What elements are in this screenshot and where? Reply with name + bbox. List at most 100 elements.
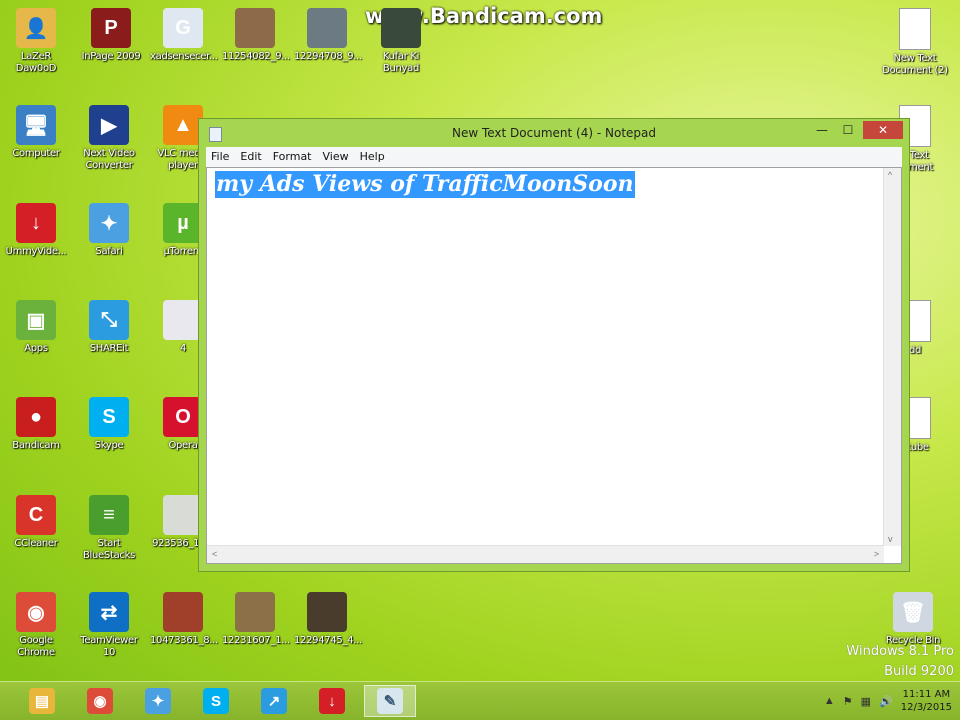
user-folder-icon: 👤 [16,8,56,48]
safari-icon: ✦ [89,203,129,243]
android-apps-icon: ▣ [16,300,56,340]
system-clock[interactable]: 11:11 AM 12/3/2015 [901,688,952,714]
desktop-icon[interactable]: 🖥 Computer [3,105,69,160]
desktop-icon-label: LaZeR Daw0oD [15,51,57,74]
desktop-icon[interactable]: 12294708_9... [294,8,362,63]
desktop-icon-label: Next Video Converter [83,148,135,171]
maximize-button[interactable]: ☐ [835,121,861,139]
ummy-video-icon: ↓ [319,688,345,714]
computer-icon: 🖥 [16,105,56,145]
taskbar: ▤ ◉ ✦ S ↗ ↓ ✎ ▲ ⚑ ▦ 🔊 11:11 AM 12/3/2015 [0,681,960,720]
desktop-icon[interactable]: New Text Document (2) [882,8,948,77]
desktop-icon-label: 11254082_9... [222,51,290,62]
desktop-icon[interactable]: ⤡ SHAREit [76,300,142,355]
safari-icon: ✦ [145,688,171,714]
horizontal-scrollbar[interactable]: < > [207,545,884,563]
desktop-icon[interactable]: ≡ Start BlueStacks [76,495,142,562]
screenshot-thumbnail-icon [163,300,203,340]
inpage-icon: P [91,8,131,48]
desktop-icon-label: 10473361_8... [150,635,218,646]
utorrent-icon: µ [163,203,203,243]
desktop-icon[interactable]: ↓ UmmyVide... [3,203,69,258]
desktop-icon[interactable]: 10473361_8... [150,592,218,647]
tray-expand-icon[interactable]: ▲ [824,695,835,707]
notepad-icon: ✎ [377,688,403,714]
desktop-icon-label: Bandicam [12,440,60,451]
taskbar-notepad-button[interactable]: ✎ [364,685,416,717]
desktop-icon[interactable]: Gxadsensecer... [150,8,218,63]
desktop-icon[interactable]: ▶ Next Video Converter [76,105,142,172]
desktop-icon-label: InPage 2009 [81,51,141,62]
shareit-icon: ⤡ [89,300,129,340]
desktop-icon[interactable]: P InPage 2009 [78,8,144,63]
bluestacks-icon: ≡ [89,495,129,535]
converter-icon: ▶ [89,105,129,145]
taskbar-shareit-button[interactable]: ↗ [248,685,300,717]
minimize-button[interactable]: — [809,121,835,139]
menu-bar: File Edit Format View Help [206,147,902,167]
desktop-icon[interactable]: 👤 LaZeR Daw0oD [3,8,69,75]
menu-format[interactable]: Format [268,147,318,163]
skype-icon: S [89,397,129,437]
scroll-down-icon[interactable]: v [888,534,893,544]
opera-icon: O [163,397,203,437]
selected-text[interactable]: my Ads Views of TrafficMoonSoon [215,171,635,198]
desktop-icon[interactable]: ● Bandicam [3,397,69,452]
teamviewer-icon: ⇄ [89,592,129,632]
menu-file[interactable]: File [206,147,235,163]
desktop-icon-label: TeamViewer 10 [80,635,138,658]
network-icon[interactable]: ▦ [861,695,871,708]
vertical-scrollbar[interactable]: ^ v [883,168,901,546]
ummy-video-icon: ↓ [16,203,56,243]
desktop-icon[interactable]: ◉ Google Chrome [3,592,69,659]
menu-help[interactable]: Help [355,147,391,163]
window-title: New Text Document (4) - Notepad [451,126,656,140]
desktop-icon[interactable]: ⇄ TeamViewer 10 [76,592,142,659]
notepad-window[interactable]: New Text Document (4) - Notepad — ☐ ✕ Fi… [198,118,910,572]
clock-time: 11:11 AM [902,689,951,700]
text-editor-area[interactable]: my Ads Views of TrafficMoonSoon ^ v < > [206,167,902,564]
taskbar-safari-button[interactable]: ✦ [132,685,184,717]
text-document-icon [899,8,931,50]
taskbar-chrome-button[interactable]: ◉ [74,685,126,717]
desktop-icon-label: xadsensecer... [150,51,218,62]
taskbar-file-explorer-button[interactable]: ▤ [16,685,68,717]
ccleaner-icon: C [16,495,56,535]
desktop-icon[interactable]: ▣ Apps [3,300,69,355]
chrome-icon: ◉ [16,592,56,632]
desktop-icon[interactable]: C CCleaner [3,495,69,550]
skype-icon: S [203,688,229,714]
desktop-icon[interactable]: 12231607_1... [222,592,290,647]
close-button[interactable]: ✕ [863,121,903,139]
desktop-icon-label: SHAREit [89,343,129,354]
desktop-icon-label: CCleaner [14,538,58,549]
chrome-icon: ◉ [87,688,113,714]
action-center-flag-icon[interactable]: ⚑ [843,695,853,708]
photo-thumbnail-icon [163,592,203,632]
taskbar-skype-button[interactable]: S [190,685,242,717]
desktop-icon[interactable]: ✦ Safari [76,203,142,258]
desktop-icon-label: 12231607_1... [222,635,290,646]
bandicam-icon: ● [16,397,56,437]
scroll-left-icon[interactable]: < [212,549,217,559]
desktop-icon-label: Computer [12,148,60,159]
vlc-icon: ▲ [163,105,203,145]
desktop-icon[interactable]: 12294745_4... [294,592,362,647]
photo-thumbnail-icon [163,495,203,535]
taskbar-ummy-video-button[interactable]: ↓ [306,685,358,717]
file-explorer-icon: ▤ [29,688,55,714]
scroll-right-icon[interactable]: > [874,549,879,559]
desktop-icon[interactable]: 11254082_9... [222,8,290,63]
menu-view[interactable]: View [318,147,355,163]
volume-icon[interactable]: 🔊 [879,695,893,708]
notepad-titlebar[interactable]: New Text Document (4) - Notepad — ☐ ✕ [199,119,909,147]
scroll-up-icon[interactable]: ^ [888,170,892,180]
menu-edit[interactable]: Edit [235,147,267,163]
photo-thumbnail-icon [307,592,347,632]
clock-date: 12/3/2015 [900,702,952,713]
desktop-icon[interactable]: S Skype [76,397,142,452]
system-tray: ▲ ⚑ ▦ 🔊 11:11 AM 12/3/2015 [824,682,952,720]
desktop-icon[interactable]: Kufar Ki Bunyad [368,8,434,75]
desktop-icon-label: Skype [94,440,124,451]
desktop-icon[interactable]: 🗑 Recycle Bin [880,592,946,647]
